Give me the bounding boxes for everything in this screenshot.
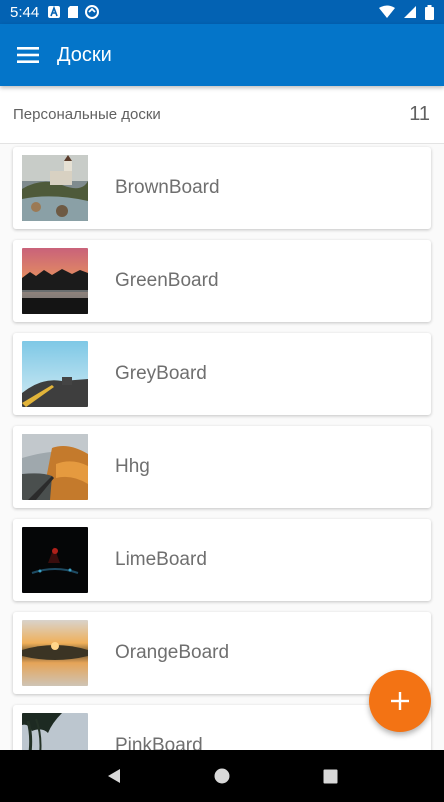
board-thumbnail — [22, 341, 88, 407]
back-triangle-icon — [108, 769, 120, 783]
board-list[interactable]: BrownBoard GreenBoard GreyBoard Hhg Lime… — [0, 144, 444, 750]
board-thumbnail — [22, 713, 88, 750]
system-nav-bar — [0, 750, 444, 802]
board-card-brown[interactable]: BrownBoard — [13, 147, 431, 229]
wifi-icon — [379, 5, 395, 18]
hamburger-menu-icon — [17, 47, 39, 63]
board-name: OrangeBoard — [115, 642, 230, 663]
board-card-orange[interactable]: OrangeBoard — [13, 612, 431, 694]
board-card-pink[interactable]: PinkBoard — [13, 705, 431, 750]
board-thumbnail — [22, 155, 88, 221]
status-time: 5:44 — [10, 3, 40, 21]
sd-card-icon — [68, 6, 79, 18]
status-bar: 5:44 — [0, 0, 444, 24]
board-count: 11 — [409, 103, 430, 125]
menu-button[interactable] — [0, 24, 56, 86]
board-thumbnail — [22, 620, 88, 686]
sync-icon — [85, 5, 100, 19]
nav-recents-button[interactable] — [310, 756, 350, 796]
recents-square-icon — [323, 769, 337, 783]
home-circle-icon — [214, 768, 230, 784]
board-name: GreyBoard — [115, 363, 207, 384]
signal-icon — [404, 6, 416, 18]
board-card-hhg[interactable]: Hhg — [13, 426, 431, 508]
nav-back-button[interactable] — [94, 756, 134, 796]
board-card-green[interactable]: GreenBoard — [13, 240, 431, 322]
plus-icon — [391, 692, 409, 710]
board-name: BrownBoard — [115, 177, 220, 198]
board-name: PinkBoard — [115, 735, 203, 750]
app-bar: Доски — [0, 24, 444, 86]
board-name: GreenBoard — [115, 270, 219, 291]
nav-home-button[interactable] — [202, 756, 242, 796]
page-title: Доски — [57, 43, 112, 66]
section-title: Персональные доски — [13, 106, 161, 123]
board-thumbnail — [22, 434, 88, 500]
board-thumbnail — [22, 248, 88, 314]
board-thumbnail — [22, 527, 88, 593]
notification-a-icon — [48, 5, 61, 18]
board-name: Hhg — [115, 456, 150, 477]
board-card-lime[interactable]: LimeBoard — [13, 519, 431, 601]
board-name: LimeBoard — [115, 549, 207, 570]
battery-icon — [425, 4, 434, 20]
board-card-grey[interactable]: GreyBoard — [13, 333, 431, 415]
section-header: Персональные доски 11 — [0, 86, 444, 144]
add-board-button[interactable] — [369, 670, 431, 732]
